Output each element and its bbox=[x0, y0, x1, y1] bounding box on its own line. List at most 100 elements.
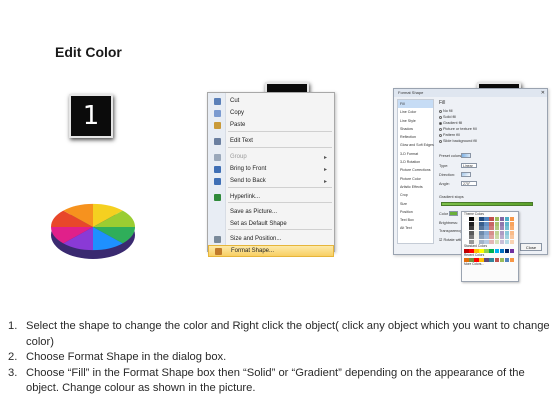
color-swatch[interactable] bbox=[494, 230, 500, 235]
color-swatch[interactable] bbox=[504, 221, 510, 226]
color-swatch[interactable] bbox=[504, 230, 510, 235]
nav-item-fill[interactable]: Fill bbox=[398, 100, 433, 109]
nav-item-glow-and-soft-edges[interactable]: Glow and Soft Edges bbox=[398, 141, 434, 149]
color-swatch[interactable] bbox=[489, 248, 494, 253]
color-swatch[interactable] bbox=[484, 248, 489, 253]
fill-option-gradient-fill[interactable]: Gradient fill bbox=[439, 121, 462, 125]
color-swatch[interactable] bbox=[474, 230, 479, 235]
field-control-1[interactable]: Linear bbox=[461, 163, 477, 168]
color-swatch[interactable] bbox=[464, 230, 469, 235]
color-swatch[interactable] bbox=[509, 257, 515, 262]
menu-item-bring-to-front[interactable]: Bring to Front ▸ bbox=[208, 163, 334, 175]
fill-option-solid-fill[interactable]: Solid fill bbox=[439, 115, 456, 119]
nav-item-reflection[interactable]: Reflection bbox=[398, 133, 433, 141]
color-swatch[interactable] bbox=[504, 248, 510, 253]
color-swatch[interactable] bbox=[474, 217, 479, 221]
nav-item-artistic-effects[interactable]: Artistic Effects bbox=[398, 183, 433, 191]
menu-item-edit-text[interactable]: Edit Text bbox=[208, 135, 334, 147]
color-swatch[interactable] bbox=[474, 226, 479, 231]
menu-item-paste[interactable]: Paste bbox=[208, 119, 334, 131]
close-icon[interactable]: ✕ bbox=[541, 90, 545, 96]
color-swatch[interactable] bbox=[464, 221, 469, 226]
color-swatch[interactable] bbox=[494, 217, 500, 221]
color-swatch[interactable] bbox=[509, 239, 515, 244]
color-swatch[interactable] bbox=[489, 230, 494, 235]
color-swatch[interactable] bbox=[469, 235, 474, 240]
color-swatch[interactable] bbox=[509, 226, 515, 231]
color-swatch[interactable] bbox=[464, 217, 469, 221]
color-swatch[interactable] bbox=[494, 226, 500, 231]
menu-item-save-as-picture[interactable]: Save as Picture... bbox=[208, 206, 334, 218]
color-swatch[interactable] bbox=[504, 239, 510, 244]
menu-item-format-shape[interactable]: Format Shape... bbox=[208, 245, 334, 257]
nav-item-text-box[interactable]: Text Box bbox=[398, 216, 433, 224]
color-swatch[interactable] bbox=[474, 221, 479, 226]
nav-item-picture-corrections[interactable]: Picture Corrections bbox=[398, 166, 433, 174]
color-swatch[interactable] bbox=[499, 221, 505, 226]
nav-item-3-d-format[interactable]: 3-D Format bbox=[398, 150, 433, 158]
color-swatch[interactable] bbox=[489, 257, 494, 262]
color-swatch[interactable] bbox=[464, 239, 469, 244]
fill-option-pattern-fill[interactable]: Pattern fill bbox=[439, 133, 460, 137]
color-swatch[interactable] bbox=[469, 226, 474, 231]
menu-item-group[interactable]: Group ▸ bbox=[208, 151, 334, 163]
close-button[interactable]: Close bbox=[520, 243, 542, 251]
color-swatch[interactable] bbox=[499, 235, 505, 240]
field-control-3[interactable]: 270° bbox=[461, 181, 477, 186]
color-swatch[interactable] bbox=[499, 248, 505, 253]
color-swatch[interactable] bbox=[484, 235, 489, 240]
color-swatch[interactable] bbox=[489, 217, 494, 221]
color-swatch[interactable] bbox=[484, 226, 489, 231]
color-swatch[interactable] bbox=[484, 239, 489, 244]
color-swatch[interactable] bbox=[479, 221, 484, 226]
field-control-2[interactable] bbox=[461, 172, 471, 177]
fill-option-picture-or-texture-fill[interactable]: Picture or texture fill bbox=[439, 127, 477, 131]
menu-item-send-to-back[interactable]: Send to Back ▸ bbox=[208, 175, 334, 187]
fill-option-slide-background-fill[interactable]: Slide background fill bbox=[439, 139, 477, 143]
color-swatch[interactable] bbox=[494, 239, 500, 244]
color-swatch[interactable] bbox=[474, 235, 479, 240]
fill-option-no-fill[interactable]: No fill bbox=[439, 109, 453, 113]
color-swatch[interactable] bbox=[469, 221, 474, 226]
color-swatch[interactable] bbox=[504, 257, 510, 262]
color-swatch[interactable] bbox=[504, 217, 510, 221]
color-swatch[interactable] bbox=[494, 221, 500, 226]
color-swatch[interactable] bbox=[479, 239, 484, 244]
color-swatch[interactable] bbox=[484, 230, 489, 235]
color-swatch[interactable] bbox=[479, 230, 484, 235]
color-swatch[interactable] bbox=[484, 221, 489, 226]
menu-item-copy[interactable]: Copy bbox=[208, 107, 334, 119]
color-swatch[interactable] bbox=[489, 221, 494, 226]
menu-item-cut[interactable]: Cut bbox=[208, 95, 334, 107]
color-swatch[interactable] bbox=[499, 257, 505, 262]
color-swatch[interactable] bbox=[504, 235, 510, 240]
color-swatch[interactable] bbox=[499, 217, 505, 221]
color-swatch[interactable] bbox=[504, 226, 510, 231]
nav-item-crop[interactable]: Crop bbox=[398, 191, 433, 199]
color-swatch[interactable] bbox=[479, 235, 484, 240]
color-swatch[interactable] bbox=[494, 235, 500, 240]
color-swatch[interactable] bbox=[509, 248, 515, 253]
color-swatch[interactable] bbox=[474, 239, 479, 244]
nav-item-line-color[interactable]: Line Color bbox=[398, 108, 433, 116]
color-swatch[interactable] bbox=[489, 235, 494, 240]
puzzle-pie-shape[interactable] bbox=[48, 193, 138, 263]
nav-item-picture-color[interactable]: Picture Color bbox=[398, 175, 433, 183]
color-swatch[interactable] bbox=[484, 217, 489, 221]
color-swatch[interactable] bbox=[469, 217, 474, 221]
color-swatch[interactable] bbox=[469, 239, 474, 244]
color-swatch[interactable] bbox=[494, 248, 500, 253]
more-colors-link[interactable]: More Colors... bbox=[462, 262, 518, 267]
color-swatch[interactable] bbox=[489, 226, 494, 231]
color-swatch[interactable] bbox=[509, 230, 515, 235]
color-swatch[interactable] bbox=[489, 239, 494, 244]
color-swatch[interactable] bbox=[509, 235, 515, 240]
nav-item-shadow[interactable]: Shadow bbox=[398, 125, 433, 133]
color-swatch[interactable] bbox=[479, 226, 484, 231]
color-swatch[interactable] bbox=[469, 230, 474, 235]
color-swatch[interactable] bbox=[509, 221, 515, 226]
color-swatch[interactable] bbox=[494, 257, 500, 262]
color-swatch[interactable] bbox=[464, 235, 469, 240]
color-picker-button[interactable] bbox=[449, 211, 458, 216]
gradient-stops-bar[interactable] bbox=[441, 202, 533, 206]
